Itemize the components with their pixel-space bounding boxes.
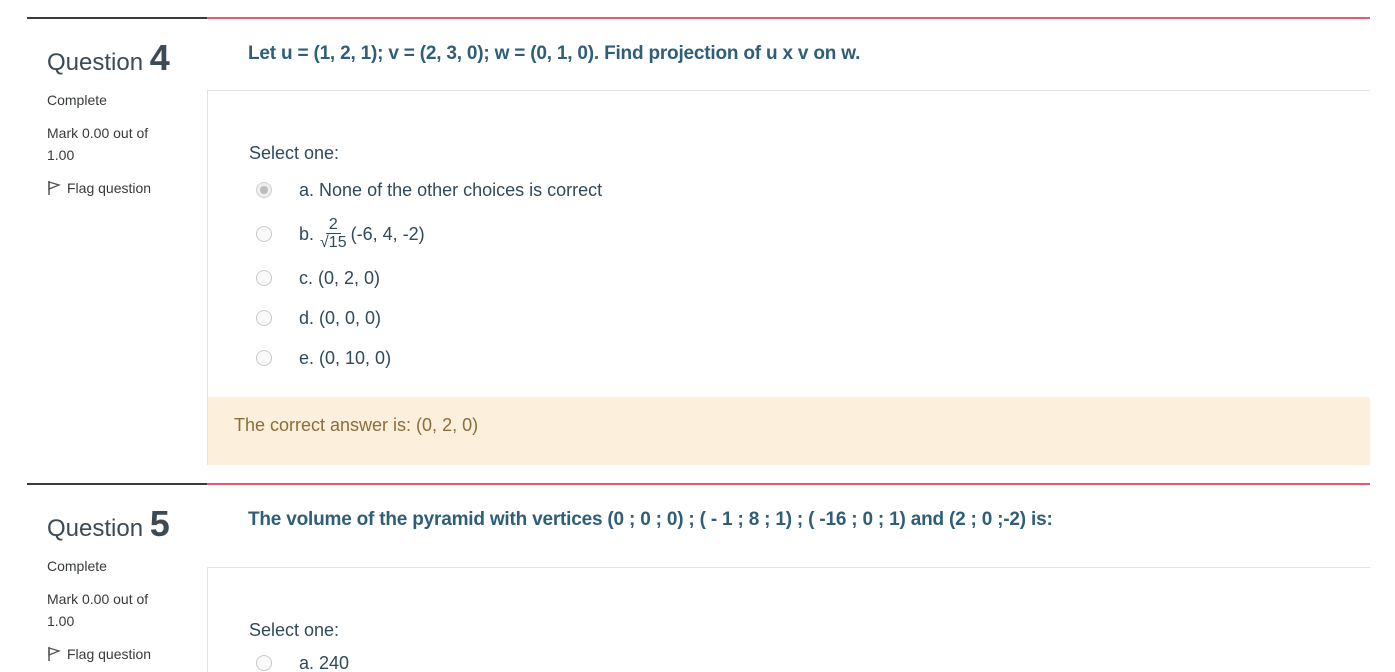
option-label: 240 (319, 652, 350, 672)
option-label: (0, 2, 0) (318, 267, 381, 288)
question-info: Question 4 Complete Mark 0.00 out of 1.0… (27, 17, 207, 477)
radio-button-b[interactable] (256, 226, 272, 242)
question-4: Question 4 Complete Mark 0.00 out of 1.0… (27, 17, 1370, 477)
radio-button-d[interactable] (256, 310, 272, 326)
question-state: Complete (47, 558, 107, 574)
option-letter: b. (299, 223, 315, 244)
radio-button-a[interactable] (256, 655, 272, 671)
fraction-numerator: 2 (325, 217, 341, 234)
answer-option-b[interactable]: b. 2 √15 (-6, 4, -2) (249, 210, 1370, 258)
option-letter: e. (299, 347, 315, 368)
flag-question-label: Flag question (67, 646, 152, 662)
question-title-word: Question (47, 49, 144, 76)
select-one-prompt: Select one: (249, 143, 340, 163)
flag-icon (47, 180, 61, 196)
option-letter: a. (299, 652, 315, 672)
question-content: The volume of the pyramid with vertices … (207, 483, 1370, 672)
question-grade: Mark 0.00 out of 1.00 (47, 591, 149, 629)
question-content: Let u = (1, 2, 1); v = (2, 3, 0); w = (0… (207, 17, 1370, 465)
answer-option-d[interactable]: d. (0, 0, 0) (249, 298, 1370, 338)
option-letter: c. (299, 267, 314, 288)
answer-option-a[interactable]: a. 240 (249, 643, 1370, 672)
question-state: Complete (47, 92, 107, 108)
answer-option-a[interactable]: a. None of the other choices is correct (249, 170, 1370, 210)
question-info: Question 5 Complete Mark 0.00 out of 1.0… (27, 483, 207, 672)
answer-block: Select one: a. None of the other choices… (207, 91, 1370, 397)
fraction-denominator: √15 (320, 234, 347, 251)
option-label: (0, 0, 0) (319, 307, 382, 328)
question-5: Question 5 Complete Mark 0.00 out of 1.0… (27, 483, 1370, 672)
question-text: Let u = (1, 2, 1); v = (2, 3, 0); w = (0… (207, 19, 1370, 91)
fraction: 2 √15 (320, 217, 347, 251)
question-title-word: Question (47, 515, 144, 542)
select-one-prompt: Select one: (249, 620, 340, 640)
question-title: Question 4 (47, 39, 207, 82)
radio-button-e[interactable] (256, 350, 272, 366)
flag-icon (47, 646, 61, 662)
flag-question-label: Flag question (67, 180, 152, 196)
question-number: 5 (149, 503, 170, 544)
option-letter: a. (299, 179, 315, 200)
option-letter: d. (299, 307, 315, 328)
correct-answer-feedback: The correct answer is: (0, 2, 0) (207, 397, 1370, 465)
question-grade: Mark 0.00 out of 1.00 (47, 125, 149, 163)
answer-option-e[interactable]: e. (0, 10, 0) (249, 338, 1370, 378)
flag-question-button[interactable]: Flag question (47, 180, 207, 196)
radio-button-a[interactable] (256, 182, 272, 198)
question-text: The volume of the pyramid with vertices … (207, 485, 1370, 568)
option-label: (0, 10, 0) (319, 347, 392, 368)
option-label: None of the other choices is correct (319, 179, 603, 200)
answer-option-c[interactable]: c. (0, 2, 0) (249, 258, 1370, 298)
question-number: 4 (149, 37, 170, 78)
question-title: Question 5 (47, 505, 207, 548)
radio-button-c[interactable] (256, 270, 272, 286)
answer-block: Select one: a. 240 (207, 568, 1370, 672)
flag-question-button[interactable]: Flag question (47, 646, 207, 662)
option-label: (-6, 4, -2) (350, 223, 425, 244)
